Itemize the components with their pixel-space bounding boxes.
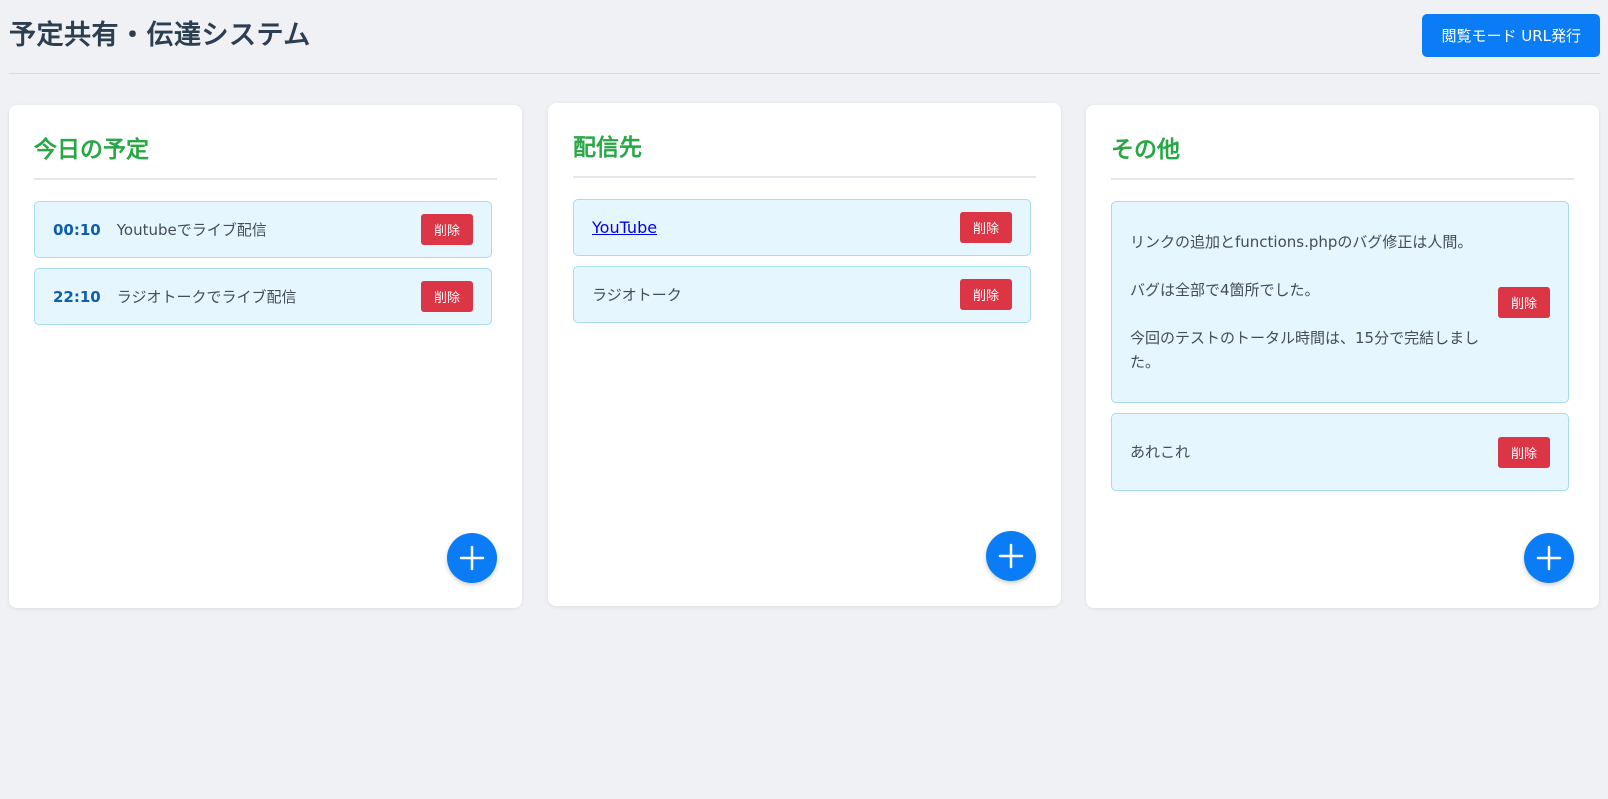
plus-icon [459, 545, 485, 571]
destinations-card-title: 配信先 [573, 128, 1036, 178]
schedule-list: 00:10 Youtubeでライブ配信 削除 22:10 ラジオトークでライブ配… [34, 201, 492, 335]
note-item: あれこれ 削除 [1111, 413, 1569, 491]
note-text: リンクの追加とfunctions.phpのバグ修正は人間。 バグは全部で4箇所で… [1130, 230, 1498, 374]
delete-button[interactable]: 削除 [960, 279, 1012, 310]
delete-button[interactable]: 削除 [960, 212, 1012, 243]
delete-button[interactable]: 削除 [421, 214, 473, 245]
note-paragraph: バグは全部で4箇所でした。 [1130, 281, 1320, 299]
note-item: リンクの追加とfunctions.phpのバグ修正は人間。 バグは全部で4箇所で… [1111, 201, 1569, 403]
note-paragraph: リンクの追加とfunctions.phpのバグ修正は人間。 [1130, 233, 1473, 251]
delete-button[interactable]: 削除 [1498, 286, 1550, 318]
delete-button[interactable]: 削除 [421, 281, 473, 312]
destinations-card: 配信先 YouTube 削除 ラジオトーク 削除 [548, 103, 1061, 606]
destination-item: YouTube 削除 [573, 199, 1031, 256]
schedule-card-title: 今日の予定 [34, 130, 497, 180]
add-note-button[interactable] [1524, 533, 1574, 583]
plus-icon [998, 543, 1024, 569]
page-title: 予定共有・伝達システム [9, 20, 311, 51]
others-list: リンクの追加とfunctions.phpのバグ修正は人間。 バグは全部で4箇所で… [1111, 201, 1569, 501]
destination-text: ラジオトーク [592, 285, 682, 304]
others-card: その他 リンクの追加とfunctions.phpのバグ修正は人間。 バグは全部で… [1086, 105, 1599, 608]
page-header: 予定共有・伝達システム 閲覧モード URL発行 [9, 0, 1600, 74]
schedule-item: 22:10 ラジオトークでライブ配信 削除 [34, 268, 492, 325]
destinations-list: YouTube 削除 ラジオトーク 削除 [573, 199, 1031, 333]
issue-view-url-button[interactable]: 閲覧モード URL発行 [1422, 14, 1600, 57]
add-destination-button[interactable] [986, 531, 1036, 581]
schedule-item: 00:10 Youtubeでライブ配信 削除 [34, 201, 492, 258]
note-text: あれこれ [1130, 440, 1498, 464]
note-paragraph: あれこれ [1130, 443, 1191, 461]
schedule-time: 00:10 [53, 220, 101, 239]
schedule-text: ラジオトークでライブ配信 [116, 287, 297, 306]
schedule-card: 今日の予定 00:10 Youtubeでライブ配信 削除 22:10 ラジオトー… [9, 105, 522, 608]
add-schedule-button[interactable] [447, 533, 497, 583]
plus-icon [1536, 545, 1562, 571]
delete-button[interactable]: 削除 [1498, 436, 1550, 468]
schedule-text: Youtubeでライブ配信 [116, 220, 267, 239]
destination-link[interactable]: YouTube [592, 218, 960, 237]
destination-item: ラジオトーク 削除 [573, 266, 1031, 323]
note-paragraph: 今回のテストのトータル時間は、15分で完結しました。 [1130, 329, 1480, 371]
schedule-time: 22:10 [53, 287, 101, 306]
others-card-title: その他 [1111, 130, 1574, 180]
